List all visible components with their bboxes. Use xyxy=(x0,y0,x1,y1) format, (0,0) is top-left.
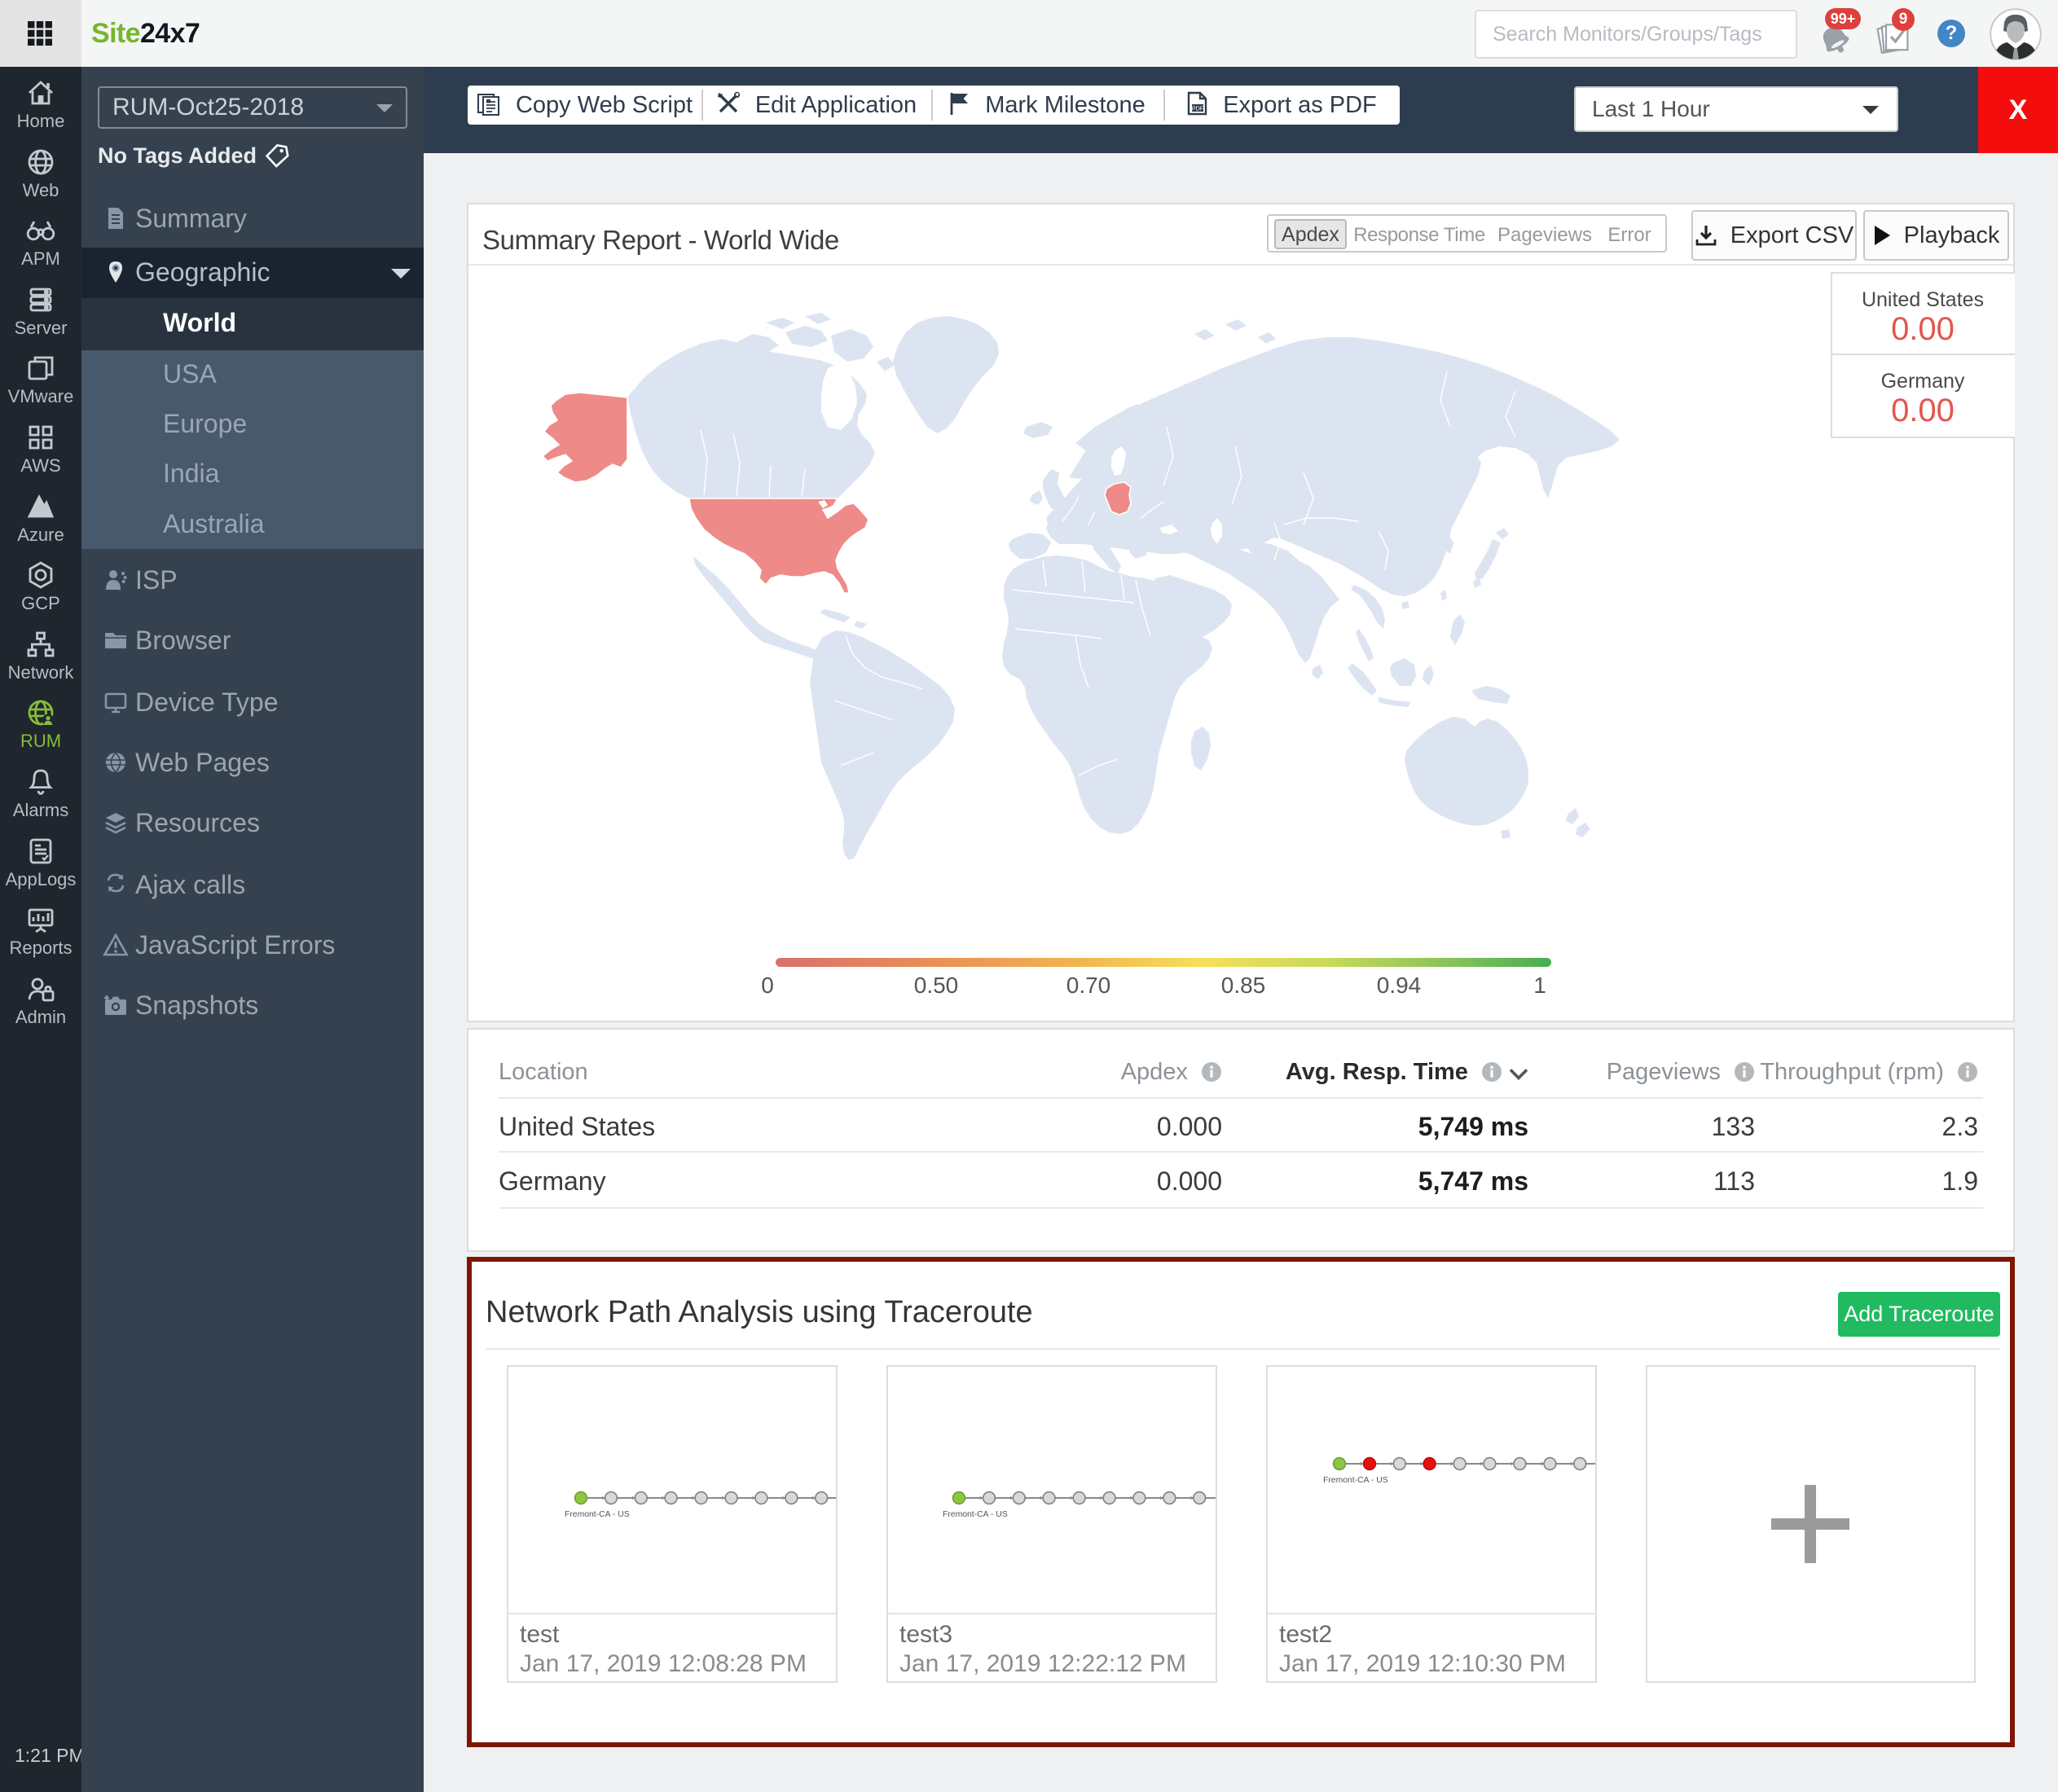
svg-text:PDF: PDF xyxy=(1192,104,1204,112)
svg-text:Fremont-CA - US: Fremont-CA - US xyxy=(943,1510,1008,1519)
svg-text:Fremont-CA - US: Fremont-CA - US xyxy=(1323,1476,1388,1485)
svg-text:Fremont-CA - US: Fremont-CA - US xyxy=(565,1510,630,1519)
